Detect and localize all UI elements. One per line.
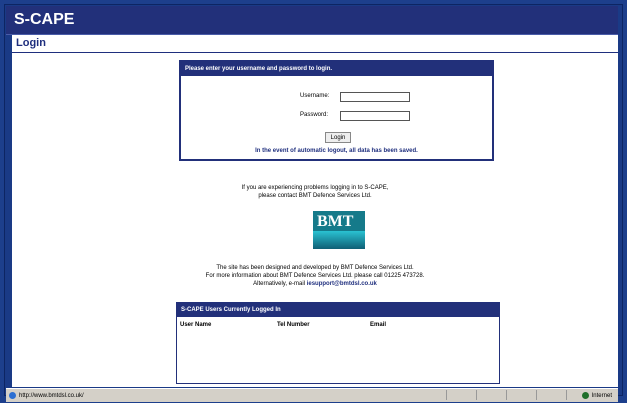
credits-line2: For more information about BMT Defence S… <box>205 273 425 279</box>
support-email-link[interactable]: iesupport@bmtdsl.co.uk <box>307 281 377 287</box>
help-text-line2: please contact BMT Defence Services Ltd. <box>258 193 372 199</box>
credits-line1: The site has been designed and developed… <box>216 265 414 271</box>
column-header-email: Email <box>370 322 387 328</box>
credits-line3-prefix: Alternatively, e-mail <box>253 281 307 287</box>
logout-note: In the event of automatic logout, all da… <box>255 148 418 154</box>
status-divider <box>506 390 507 400</box>
credits-line3: Alternatively, e-mail iesupport@bmtdsl.c… <box>12 280 618 288</box>
page-title: Login <box>16 37 46 49</box>
status-url-text: http://www.bmtdsl.co.uk/ <box>19 392 84 399</box>
login-button[interactable]: Login <box>325 132 351 143</box>
zone-label: Internet <box>591 392 612 399</box>
app-title: S-CAPE <box>14 11 75 28</box>
logo-text: BMT <box>317 213 354 230</box>
status-divider <box>446 390 447 400</box>
status-bar: http://www.bmtdsl.co.uk/ Internet <box>6 388 618 402</box>
status-url: http://www.bmtdsl.co.uk/ <box>9 392 84 399</box>
column-header-tel-number: Tel Number <box>277 322 310 328</box>
login-panel-header: Please enter your username and password … <box>181 62 492 76</box>
status-divider <box>566 390 567 400</box>
title-divider <box>12 52 618 53</box>
username-input[interactable] <box>340 92 410 102</box>
bmt-logo: BMT <box>313 211 365 249</box>
logged-in-users-panel: S-CAPE Users Currently Logged In User Na… <box>176 302 500 384</box>
login-panel: Please enter your username and password … <box>179 60 494 161</box>
page-icon <box>9 392 16 399</box>
globe-icon <box>581 392 589 399</box>
status-divider <box>476 390 477 400</box>
password-input[interactable] <box>340 111 410 121</box>
logo-wave <box>313 231 365 249</box>
help-text-line1: If you are experiencing problems logging… <box>241 185 389 191</box>
username-label: Username: <box>300 93 330 99</box>
column-header-user-name: User Name <box>180 322 212 328</box>
status-divider <box>536 390 537 400</box>
page-content: Login Please enter your username and pas… <box>12 35 618 387</box>
users-panel-header: S-CAPE Users Currently Logged In <box>177 303 499 317</box>
password-label: Password: <box>300 112 329 118</box>
security-zone: Internet <box>581 392 612 399</box>
app-header: S-CAPE <box>6 6 618 35</box>
